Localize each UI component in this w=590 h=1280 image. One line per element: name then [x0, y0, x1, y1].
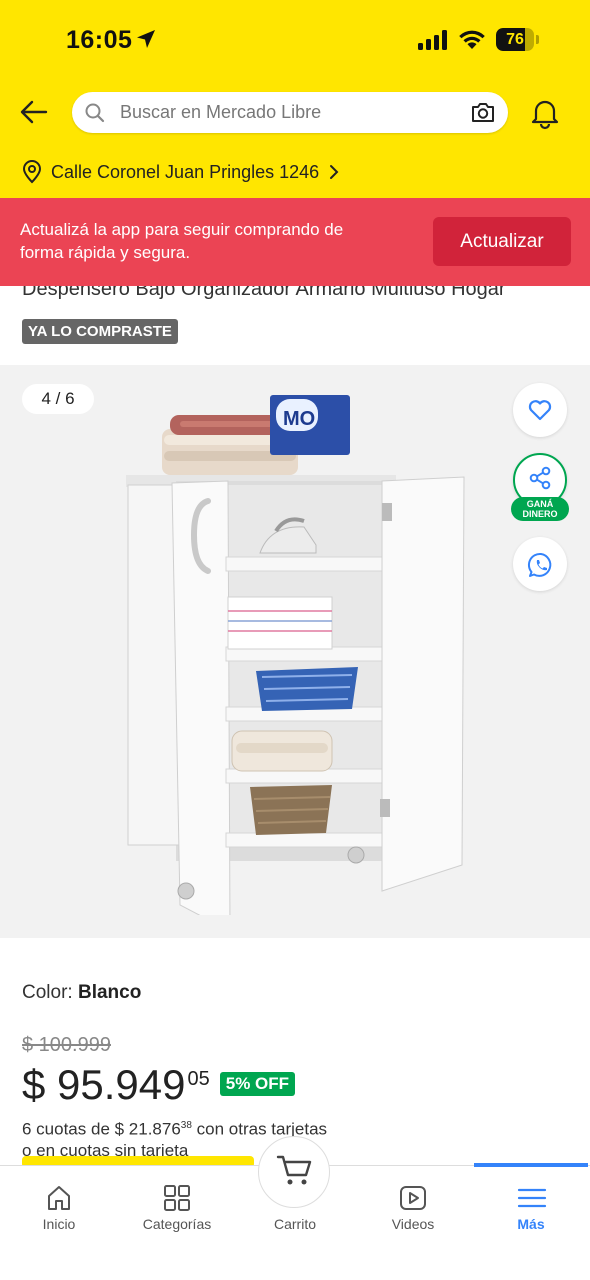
home-icon — [48, 1186, 70, 1210]
already-bought-badge: YA LO COMPRASTE — [22, 319, 178, 344]
cart-icon — [276, 1155, 312, 1185]
tab-carrito[interactable] — [258, 1136, 330, 1208]
tab-inicio[interactable]: Inicio — [0, 1166, 118, 1246]
price-amount: $ 95.949 — [22, 1061, 186, 1108]
update-button[interactable]: Actualizar — [433, 217, 571, 266]
location-pin-icon — [22, 160, 42, 184]
cart-tab-label: Carrito — [273, 1216, 316, 1232]
tab-categorias[interactable]: Categorías — [118, 1166, 236, 1246]
product-image-gallery[interactable]: MO 4 / 6 GANÁ DINERO — [0, 365, 590, 938]
favorite-button[interactable] — [513, 383, 567, 437]
video-icon — [400, 1186, 426, 1210]
color-selector[interactable]: Color: Blanco — [22, 982, 141, 1004]
price-cents: 05 — [187, 1068, 210, 1090]
location-text: Calle Coronel Juan Pringles 1246 — [51, 161, 320, 182]
cellular-signal-icon — [418, 30, 447, 50]
delivery-location[interactable]: Calle Coronel Juan Pringles 1246 — [22, 158, 339, 186]
camera-icon[interactable] — [470, 100, 496, 124]
app-header: 16:05 76 Buscar en Mercado Libre Calle C… — [0, 0, 590, 198]
tab-mas[interactable]: Más — [472, 1166, 590, 1246]
status-time: 16:05 — [66, 26, 133, 54]
color-value: Blanco — [77, 982, 142, 1003]
categories-icon — [164, 1185, 190, 1211]
menu-icon — [517, 1188, 547, 1208]
search-placeholder: Buscar en Mercado Libre — [120, 102, 322, 122]
status-bar: 16:05 76 — [0, 0, 590, 80]
earn-money-badge: GANÁ DINERO — [511, 497, 569, 521]
back-arrow-icon[interactable] — [18, 96, 50, 128]
battery-indicator: 76 — [496, 28, 540, 51]
product-image: MO — [126, 395, 465, 915]
product-title-container: Despensero Bajo Organizador Armario Mult… — [0, 286, 590, 306]
update-message: Actualizá la app para seguir comprando d… — [20, 220, 344, 262]
current-price: $ 95.949 05 5% OFF — [22, 1061, 296, 1108]
whatsapp-icon — [527, 552, 552, 577]
search-input[interactable]: Buscar en Mercado Libre — [72, 92, 508, 133]
share-icon — [529, 466, 551, 490]
chevron-right-icon — [330, 165, 339, 179]
gallery-counter: 4 / 6 — [22, 384, 94, 414]
search-icon — [85, 103, 105, 123]
product-title: Despensero Bajo Organizador Armario Mult… — [22, 286, 506, 300]
svg-text:MO: MO — [283, 408, 315, 430]
bottom-tab-bar: Inicio Categorías Carrito Videos Más — [0, 1136, 590, 1280]
notifications-bell-icon[interactable] — [528, 96, 562, 130]
wifi-icon — [459, 30, 485, 49]
whatsapp-share-button[interactable] — [513, 537, 567, 591]
original-price: $ 100.999 — [22, 1034, 111, 1056]
discount-badge: 5% OFF — [219, 1072, 296, 1096]
location-arrow-icon — [137, 30, 155, 48]
heart-icon — [528, 400, 552, 421]
tab-videos[interactable]: Videos — [354, 1166, 472, 1246]
